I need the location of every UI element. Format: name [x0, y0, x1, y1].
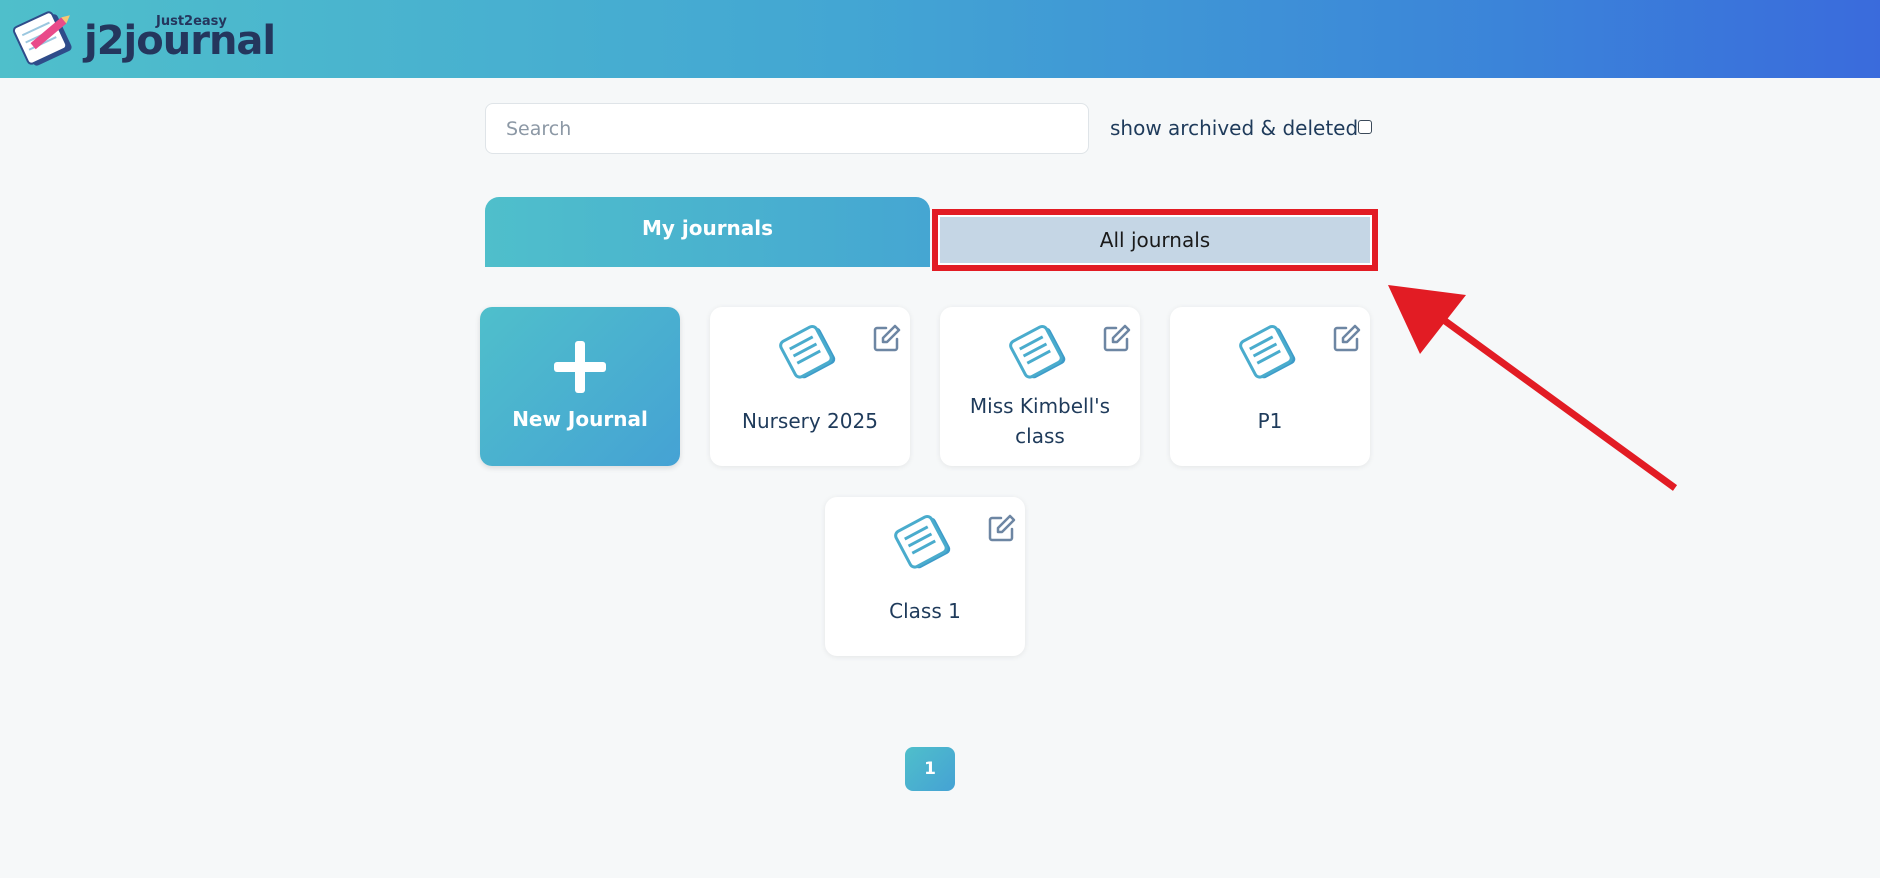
journal-card[interactable]: Nursery 2025 [710, 307, 910, 466]
journal-name: Miss Kimbell's [969, 394, 1111, 418]
edit-icon[interactable] [987, 513, 1017, 543]
journal-book-icon [779, 324, 836, 379]
edit-icon[interactable] [872, 323, 902, 353]
journal-name: P1 [1257, 409, 1283, 433]
highlight-box: All journals [932, 209, 1378, 271]
journal-name: Class 1 [889, 599, 961, 623]
new-journal-card[interactable]: New Journal [480, 307, 680, 466]
search-input[interactable] [485, 103, 1089, 154]
journal-card[interactable]: Miss Kimbell's class [940, 307, 1140, 466]
notebook-pencil-icon [12, 11, 72, 66]
pagination-page-1[interactable]: 1 [905, 747, 955, 791]
journal-name: Nursery 2025 [742, 409, 878, 433]
tab-all-journals-label: All journals [1099, 228, 1211, 252]
journal-book-icon [1009, 324, 1066, 379]
edit-icon[interactable] [1102, 323, 1132, 353]
show-archived-label: show archived & deleted [1110, 116, 1359, 140]
journal-book-icon [1239, 324, 1296, 379]
tab-my-journals-label: My journals [641, 216, 774, 240]
journal-name-line2: class [1015, 424, 1065, 448]
journal-card[interactable]: Class 1 [825, 497, 1025, 656]
tab-my-journals[interactable]: My journals [485, 197, 930, 267]
edit-icon[interactable] [1332, 323, 1362, 353]
journal-book-icon [894, 514, 951, 569]
show-archived-checkbox[interactable] [1358, 120, 1372, 134]
annotation-arrow [1388, 285, 1678, 491]
page: Just2easy j2journal show archived & dele… [0, 0, 1880, 878]
top-header: Just2easy j2journal [0, 0, 1880, 78]
new-journal-label: New Journal [512, 407, 648, 431]
j2journal-logo[interactable]: Just2easy j2journal [6, 4, 276, 74]
tab-all-journals[interactable]: All journals [940, 217, 1370, 263]
journal-card[interactable]: P1 [1170, 307, 1370, 466]
brand-text: j2journal [84, 18, 276, 64]
plus-icon [554, 341, 606, 393]
